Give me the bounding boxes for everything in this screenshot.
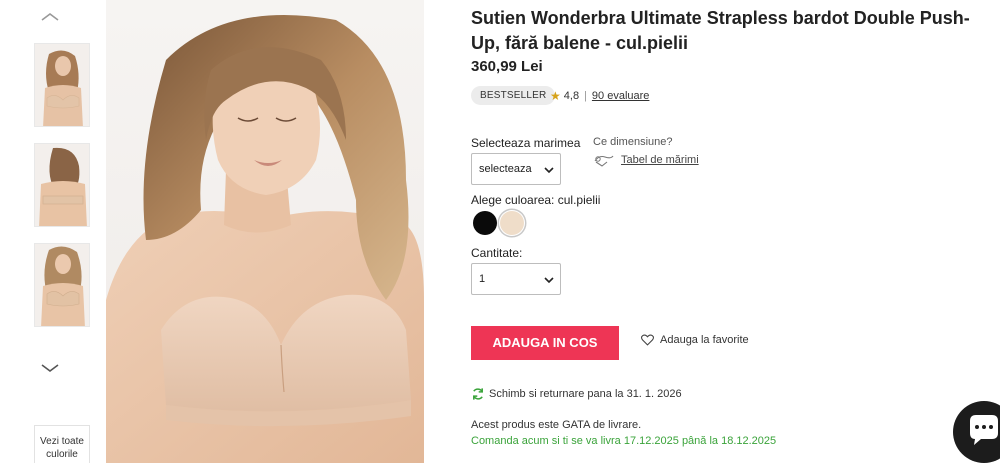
add-to-cart-button[interactable]: ADAUGA IN COS bbox=[471, 326, 619, 360]
delivery-estimate: Comanda acum si ti se va livra 17.12.202… bbox=[471, 435, 777, 447]
main-product-image[interactable] bbox=[106, 0, 424, 463]
size-label: Selecteaza marimea bbox=[471, 136, 581, 150]
favorites-label: Adauga la favorite bbox=[660, 334, 749, 346]
bestseller-badge: BESTSELLER bbox=[471, 86, 556, 105]
product-title: Sutien Wonderbra Ultimate Strapless bard… bbox=[471, 8, 970, 53]
add-to-favorites-button[interactable]: Adauga la favorite bbox=[641, 334, 749, 346]
chevron-down-icon bbox=[544, 277, 554, 284]
see-all-colors-button[interactable]: Vezi toate culorile bbox=[34, 425, 90, 463]
size-help-text: Ce dimensiune? bbox=[593, 136, 673, 148]
refresh-icon bbox=[473, 388, 483, 400]
measuring-tape-icon bbox=[594, 155, 614, 167]
color-label: Alege culoarea: cul.pielii bbox=[471, 193, 601, 207]
returns-info: Schimb si returnare pana la 31. 1. 2026 bbox=[471, 387, 682, 401]
rating-summary: ★ 4,8 | 90 evaluare bbox=[550, 89, 649, 103]
heart-icon bbox=[641, 334, 654, 346]
size-select[interactable]: selecteaza bbox=[471, 153, 561, 185]
chat-button[interactable] bbox=[953, 401, 1000, 463]
thumbnail-2[interactable] bbox=[34, 143, 90, 227]
reviews-link[interactable]: 90 evaluare bbox=[592, 90, 650, 102]
returns-text: Schimb si returnare pana la 31. 1. 2026 bbox=[489, 388, 682, 400]
thumbnail-gallery: Vezi toate culorile bbox=[0, 0, 100, 463]
stock-status: Acest produs este GATA de livrare. bbox=[471, 419, 642, 431]
quantity-select[interactable]: 1 bbox=[471, 263, 561, 295]
swatch-nude-selected[interactable] bbox=[500, 211, 524, 235]
chat-icon bbox=[970, 415, 998, 445]
size-chart-label: Tabel de mărimi bbox=[621, 154, 699, 166]
swatch-black[interactable] bbox=[473, 211, 497, 235]
star-icon: ★ bbox=[550, 89, 561, 103]
quantity-label: Cantitate: bbox=[471, 246, 523, 260]
rating-separator: | bbox=[584, 90, 587, 102]
size-chart-link[interactable]: Tabel de mărimi bbox=[593, 152, 699, 168]
size-select-value: selecteaza bbox=[479, 163, 532, 175]
chevron-down-icon bbox=[544, 167, 554, 174]
thumbnail-3[interactable] bbox=[34, 243, 90, 327]
rating-value: 4,8 bbox=[563, 90, 580, 102]
chevron-up-icon[interactable] bbox=[38, 9, 62, 23]
quantity-select-value: 1 bbox=[479, 273, 486, 285]
chevron-down-icon[interactable] bbox=[38, 361, 62, 375]
product-price: 360,99 Lei bbox=[471, 58, 543, 75]
thumbnail-1[interactable] bbox=[34, 43, 90, 127]
